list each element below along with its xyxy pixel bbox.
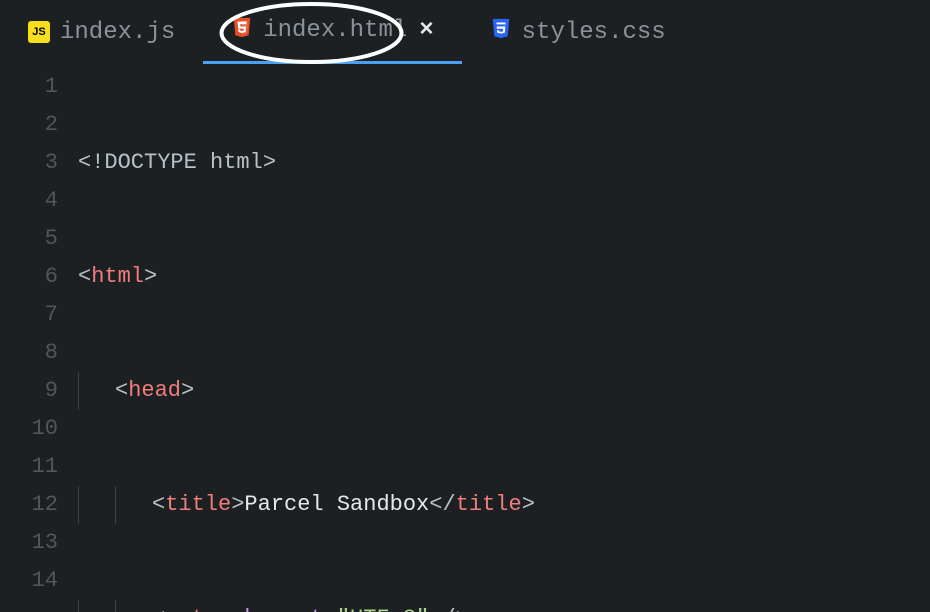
line-number: 11 [0,448,58,486]
tab-styles-css[interactable]: styles.css [462,0,694,64]
line-number: 10 [0,410,58,448]
close-icon[interactable]: × [419,19,433,43]
tab-bar: JS index.js index.html × styles.css [0,0,930,64]
line-number: 3 [0,144,58,182]
tab-label: styles.css [522,19,666,46]
code-content[interactable]: <!DOCTYPE html> <html> <head> <title>Par… [78,64,781,612]
tab-index-js[interactable]: JS index.js [0,0,203,64]
line-number: 2 [0,106,58,144]
line-number: 14 [0,562,58,600]
line-number: 13 [0,524,58,562]
line-number: 6 [0,258,58,296]
css-icon [490,16,512,48]
line-number: 5 [0,220,58,258]
line-number: 7 [0,296,58,334]
code-line: <meta charset="UTF-8" /> [78,600,781,612]
tab-label: index.html [263,17,407,44]
line-number: 1 [0,68,58,106]
code-line: <!DOCTYPE html> [78,144,781,182]
js-icon: JS [28,21,50,43]
line-number-gutter: 1 2 3 4 5 6 7 8 9 10 11 12 13 14 [0,64,78,612]
tab-index-html[interactable]: index.html × [203,0,461,64]
line-number: 9 [0,372,58,410]
line-number: 12 [0,486,58,524]
code-line: <head> [78,372,781,410]
tab-label: index.js [60,19,175,46]
code-line: <title>Parcel Sandbox</title> [78,486,781,524]
line-number: 8 [0,334,58,372]
line-number: 4 [0,182,58,220]
html-icon [231,15,253,47]
code-editor[interactable]: 1 2 3 4 5 6 7 8 9 10 11 12 13 14 <!DOCTY… [0,64,930,612]
code-line: <html> [78,258,781,296]
